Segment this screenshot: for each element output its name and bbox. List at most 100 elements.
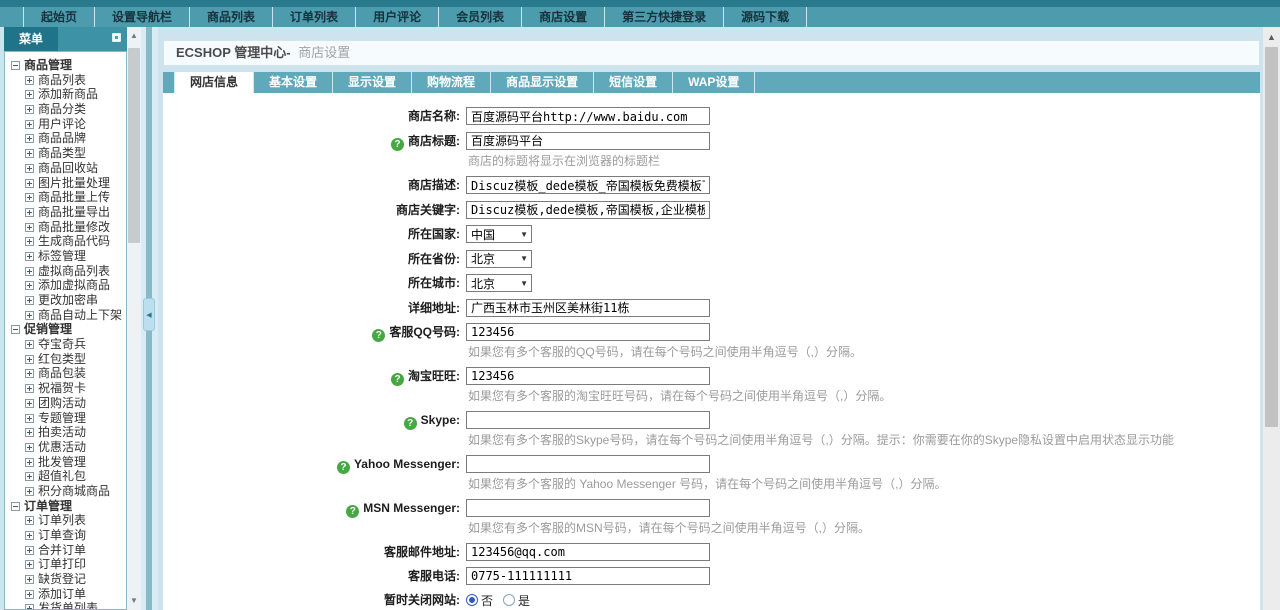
sidebar-scrollbar-thumb[interactable] (128, 48, 140, 243)
field-label: 客服电话: (163, 567, 460, 585)
help-icon[interactable]: ? (404, 417, 417, 430)
panel-splitter[interactable]: ◀ (141, 27, 158, 610)
field-qq[interactable] (466, 323, 710, 341)
tree-item[interactable]: 订单打印 (25, 557, 126, 572)
scroll-up-icon[interactable]: ▲ (127, 29, 141, 43)
tab-0[interactable]: 网店信息 (175, 72, 254, 93)
tree-item[interactable]: 订单列表 (25, 513, 126, 528)
tab-3[interactable]: 购物流程 (412, 72, 491, 93)
tree-item[interactable]: 积分商城商品 (25, 484, 126, 499)
tree-item[interactable]: 发货单列表 (25, 601, 126, 610)
tree-item[interactable]: 夺宝奇兵 (25, 337, 126, 352)
field-help-text: 如果您有多个客服的MSN号码，请在每个号码之间使用半角逗号（,）分隔。 (468, 521, 870, 535)
field-control: 如果您有多个客服的 Yahoo Messenger 号码，请在每个号码之间使用半… (466, 455, 947, 493)
field-help-text: 如果您有多个客服的淘宝旺旺号码，请在每个号码之间使用半角逗号（,）分隔。 (468, 389, 891, 403)
tree-item[interactable]: 商品批量导出 (25, 205, 126, 220)
tree-item[interactable]: 商品列表 (25, 73, 126, 88)
topnav-item-0[interactable]: 起始页 (24, 7, 95, 27)
topnav-item-7[interactable]: 第三方快捷登录 (605, 7, 724, 27)
tab-2[interactable]: 显示设置 (333, 72, 412, 93)
tree-section-0[interactable]: 商品管理 (11, 58, 126, 73)
field-address[interactable] (466, 299, 710, 317)
topnav-item-6[interactable]: 商店设置 (522, 7, 605, 27)
tree-item[interactable]: 用户评论 (25, 117, 126, 132)
tree-item[interactable]: 商品分类 (25, 102, 126, 117)
tree-item[interactable]: 更改加密串 (25, 293, 126, 308)
tree-item[interactable]: 专题管理 (25, 411, 126, 426)
tree-section-2[interactable]: 订单管理 (11, 499, 126, 514)
collapse-minus-icon[interactable] (11, 61, 20, 70)
tree-item[interactable]: 批发管理 (25, 455, 126, 470)
field-province[interactable]: 北京▼ (466, 250, 532, 268)
top-bar: 起始页设置导航栏商品列表订单列表用户评论会员列表商店设置第三方快捷登录源码下载 (0, 0, 1280, 27)
tab-5[interactable]: 短信设置 (594, 72, 673, 93)
tree-item[interactable]: 合并订单 (25, 543, 126, 558)
help-icon[interactable]: ? (391, 138, 404, 151)
field-msn[interactable] (466, 499, 710, 517)
tree-item[interactable]: 商品类型 (25, 146, 126, 161)
radio-site-closed-0[interactable] (466, 594, 478, 606)
field-shop-title[interactable] (466, 132, 710, 150)
tree-item[interactable]: 图片批量处理 (25, 176, 126, 191)
sidebar-scrollbar[interactable]: ▲ ▼ (127, 27, 141, 610)
scroll-up-icon[interactable]: ▲ (1263, 30, 1280, 44)
tab-1[interactable]: 基本设置 (254, 72, 333, 93)
tree-item[interactable]: 商品回收站 (25, 161, 126, 176)
help-icon[interactable]: ? (391, 373, 404, 386)
tree-item[interactable]: 商品批量修改 (25, 220, 126, 235)
tree-item[interactable]: 商品自动上下架 (25, 308, 126, 323)
radio-site-closed-1[interactable] (503, 594, 515, 606)
field-service-email[interactable] (466, 543, 710, 561)
help-icon[interactable]: ? (372, 329, 385, 342)
tree-item[interactable]: 添加订单 (25, 587, 126, 602)
field-control: 中国▼ (466, 225, 532, 244)
scroll-down-icon[interactable]: ▼ (127, 594, 141, 608)
tree-item[interactable]: 生成商品代码 (25, 234, 126, 249)
tree-item[interactable]: 标签管理 (25, 249, 126, 264)
topnav-item-5[interactable]: 会员列表 (439, 7, 522, 27)
splitter-collapse-handle[interactable]: ◀ (143, 298, 155, 331)
tab-4[interactable]: 商品显示设置 (491, 72, 594, 93)
page-scrollbar-thumb[interactable] (1265, 47, 1278, 427)
field-shop-keywords[interactable] (466, 201, 710, 219)
tree-item[interactable]: 订单查询 (25, 528, 126, 543)
tree-item[interactable]: 超值礼包 (25, 469, 126, 484)
tree-item[interactable]: 添加新商品 (25, 87, 126, 102)
field-city[interactable]: 北京▼ (466, 274, 532, 292)
collapse-minus-icon[interactable] (11, 325, 20, 334)
tree-item[interactable]: 商品包装 (25, 366, 126, 381)
expand-plus-icon (25, 428, 34, 437)
help-icon[interactable]: ? (346, 505, 359, 518)
topnav-item-3[interactable]: 订单列表 (273, 7, 356, 27)
tree-item[interactable]: 祝福贺卡 (25, 381, 126, 396)
field-shop-desc[interactable] (466, 176, 710, 194)
sidebar-collapse-icon[interactable] (112, 33, 121, 42)
field-service-phone[interactable] (466, 567, 710, 585)
field-skype[interactable] (466, 411, 710, 429)
field-yahoo[interactable] (466, 455, 710, 473)
field-country[interactable]: 中国▼ (466, 225, 532, 243)
expand-plus-icon (25, 546, 34, 555)
tree-item[interactable]: 拍卖活动 (25, 425, 126, 440)
field-label: 暂时关闭网站: (163, 591, 460, 609)
tree-item[interactable]: 缺货登记 (25, 572, 126, 587)
tree-item[interactable]: 虚拟商品列表 (25, 264, 126, 279)
topnav-item-1[interactable]: 设置导航栏 (95, 7, 190, 27)
tree-item[interactable]: 添加虚拟商品 (25, 278, 126, 293)
help-icon[interactable]: ? (337, 461, 350, 474)
tree-item[interactable]: 商品批量上传 (25, 190, 126, 205)
tree-item[interactable]: 商品品牌 (25, 131, 126, 146)
topnav-item-2[interactable]: 商品列表 (190, 7, 273, 27)
collapse-minus-icon[interactable] (11, 502, 20, 511)
tree-item[interactable]: 团购活动 (25, 396, 126, 411)
tree-section-1[interactable]: 促销管理 (11, 322, 126, 337)
tab-6[interactable]: WAP设置 (673, 72, 755, 93)
sidebar-menu-tab[interactable]: 菜单 (4, 27, 58, 51)
page-scrollbar[interactable]: ▲ (1263, 27, 1280, 610)
topnav-item-4[interactable]: 用户评论 (356, 7, 439, 27)
tree-item[interactable]: 优惠活动 (25, 440, 126, 455)
topnav-item-8[interactable]: 源码下载 (724, 7, 807, 27)
tree-item[interactable]: 红包类型 (25, 352, 126, 367)
field-wangwang[interactable] (466, 367, 710, 385)
field-shop-name[interactable] (466, 107, 710, 125)
